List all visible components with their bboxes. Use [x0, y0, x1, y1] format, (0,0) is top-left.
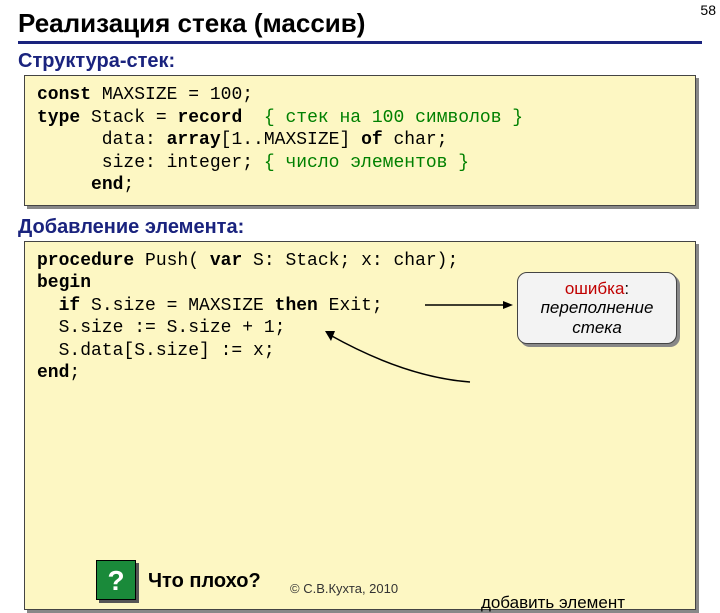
- question-text: Что плохо?: [148, 570, 261, 593]
- kw-if: if: [59, 296, 81, 316]
- code-text: S.data[S.size] := x;: [37, 341, 275, 361]
- kw-record: record: [177, 108, 242, 128]
- kw-procedure: procedure: [37, 251, 134, 271]
- code-text: [37, 175, 91, 195]
- comment: { стек на 100 символов }: [264, 108, 523, 128]
- code-text: Stack =: [80, 108, 177, 128]
- code-text: char;: [383, 130, 448, 150]
- code-block-push: procedure Push( var S: Stack; x: char); …: [24, 241, 696, 611]
- kw-end: end: [37, 363, 69, 383]
- callout-error-label: ошибка: [565, 279, 625, 298]
- arrow-exit-to-callout: [425, 300, 515, 310]
- code-text: Exit;: [318, 296, 383, 316]
- code-text: Push(: [134, 251, 210, 271]
- code-text: ;: [123, 175, 134, 195]
- code-text: S: Stack; x: char);: [242, 251, 458, 271]
- code-block-struct: const MAXSIZE = 100; type Stack = record…: [24, 75, 696, 206]
- kw-end: end: [91, 175, 123, 195]
- code-text: [242, 108, 264, 128]
- code-text: S.size = MAXSIZE: [80, 296, 274, 316]
- slide: 58 Реализация стека (массив) Структура-с…: [0, 0, 720, 610]
- kw-begin: begin: [37, 273, 91, 293]
- comment: { число элементов }: [264, 153, 469, 173]
- slide-title: Реализация стека (массив): [18, 8, 702, 44]
- code-text: ;: [69, 363, 80, 383]
- code-text: MAXSIZE = 100;: [91, 85, 253, 105]
- annotation-add-element: добавить элемент: [481, 592, 625, 613]
- page-number: 58: [700, 2, 716, 18]
- kw-const: const: [37, 85, 91, 105]
- kw-then: then: [275, 296, 318, 316]
- callout-overflow: ошибка: переполнение стека: [517, 272, 677, 345]
- kw-of: of: [361, 130, 383, 150]
- copyright: © С.В.Кухта, 2010: [290, 581, 398, 596]
- code-text: size: integer;: [37, 153, 264, 173]
- code-text: [1..MAXSIZE]: [221, 130, 361, 150]
- section-heading-struct: Структура-стек:: [18, 50, 702, 73]
- code-text: S.size := S.size + 1;: [37, 318, 285, 338]
- kw-var: var: [210, 251, 242, 271]
- kw-type: type: [37, 108, 80, 128]
- callout-error-text: переполнение стека: [541, 298, 654, 337]
- question-mark-box: ?: [96, 560, 136, 600]
- section-heading-add: Добавление элемента:: [18, 216, 702, 239]
- kw-array: array: [167, 130, 221, 150]
- code-text: data:: [37, 130, 167, 150]
- arrow-add-element: [325, 327, 475, 387]
- code-text: [37, 296, 59, 316]
